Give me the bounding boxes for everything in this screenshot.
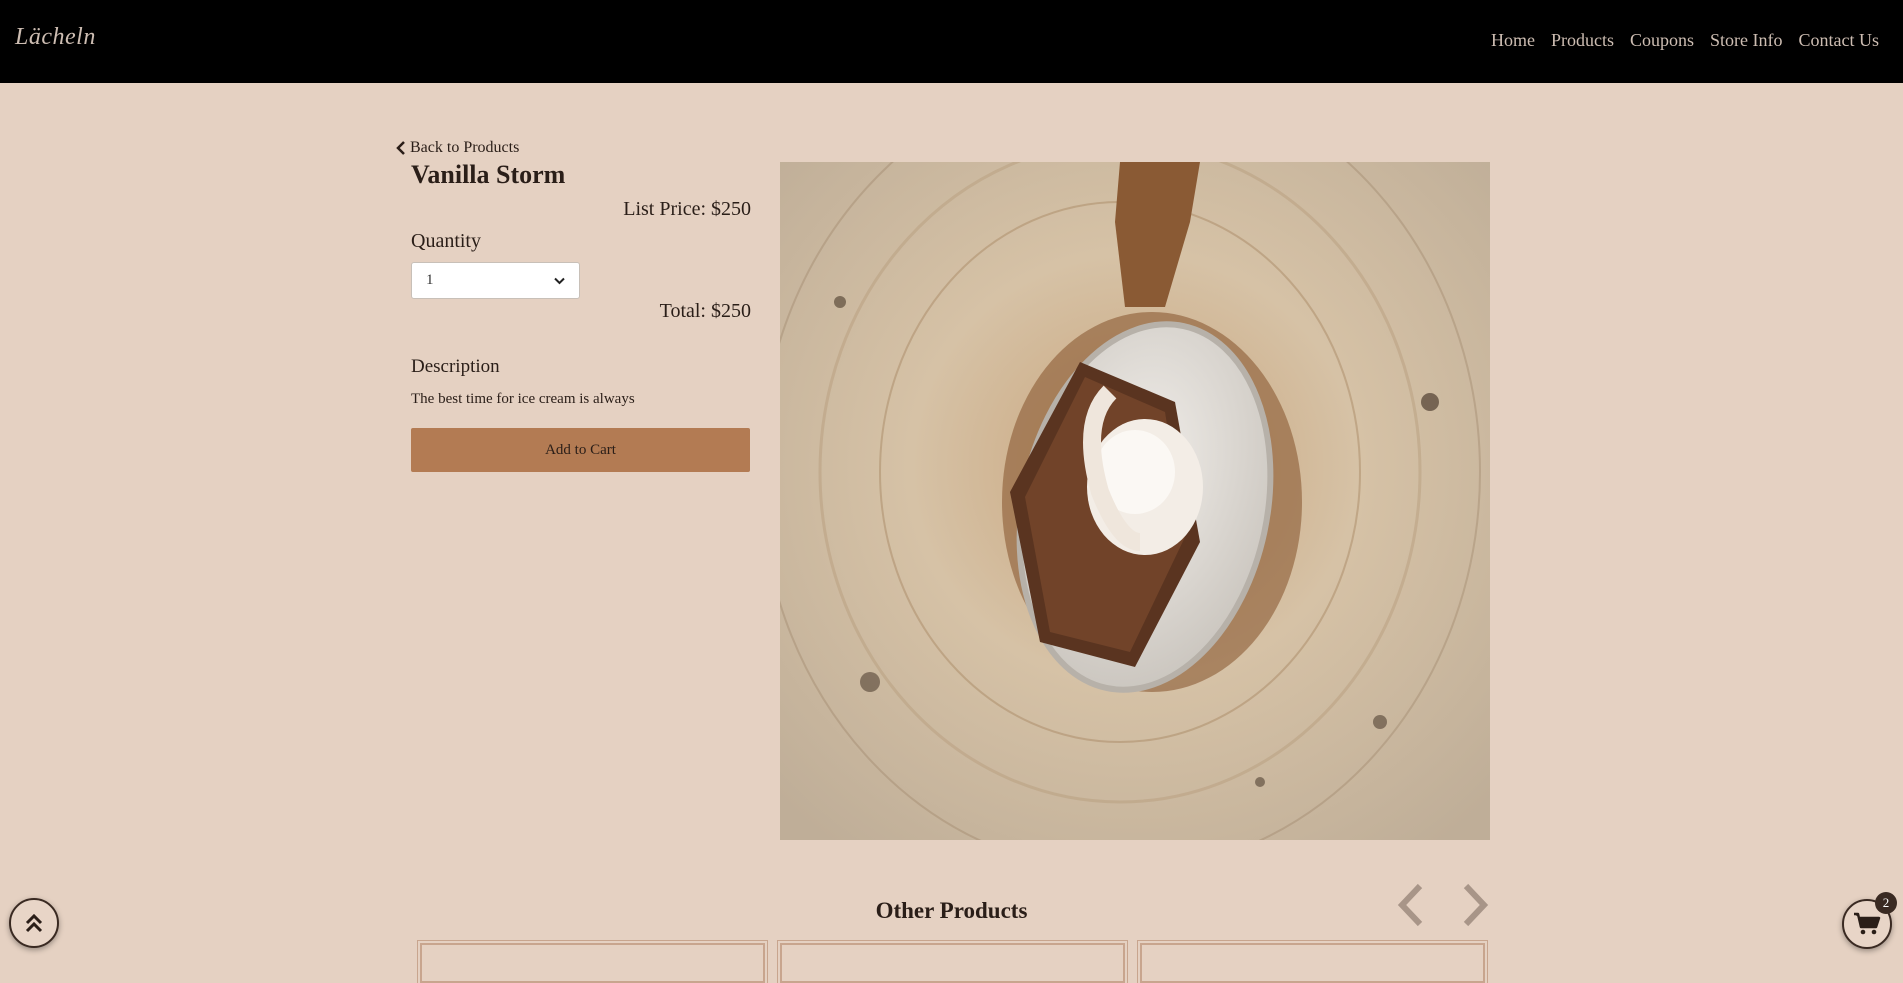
shopping-cart-icon xyxy=(1854,912,1881,935)
carousel-next-button[interactable] xyxy=(1460,882,1490,928)
add-to-cart-button[interactable]: Add to Cart xyxy=(411,428,750,472)
nav-coupons[interactable]: Coupons xyxy=(1630,30,1694,51)
other-product-card[interactable] xyxy=(1137,940,1488,983)
brand-logo[interactable]: Lächeln xyxy=(15,24,96,51)
double-chevron-up-icon xyxy=(25,913,43,933)
chevron-left-icon xyxy=(1397,883,1423,927)
total-price: Total: $250 xyxy=(659,300,751,322)
cart-count-badge: 2 xyxy=(1875,892,1897,914)
list-price: List Price: $250 xyxy=(623,198,751,220)
carousel-prev-button[interactable] xyxy=(1396,882,1426,928)
chevron-right-icon xyxy=(1463,883,1489,927)
product-image xyxy=(780,162,1490,840)
nav-contact-us[interactable]: Contact Us xyxy=(1799,30,1880,51)
main-nav: Home Products Coupons Store Info Contact… xyxy=(1491,30,1879,51)
back-to-products-label: Back to Products xyxy=(410,139,520,156)
nav-products[interactable]: Products xyxy=(1551,30,1614,51)
product-title: Vanilla Storm xyxy=(411,160,566,189)
quantity-value: 1 xyxy=(426,272,434,288)
scroll-to-top-button[interactable] xyxy=(9,898,59,948)
other-product-card[interactable] xyxy=(777,940,1128,983)
chevron-left-icon xyxy=(396,141,405,155)
description-text: The best time for ice cream is always xyxy=(411,391,635,407)
other-products-heading: Other Products xyxy=(875,898,1028,923)
description-heading: Description xyxy=(411,356,500,377)
ice-cream-photo xyxy=(780,162,1490,840)
other-product-card[interactable] xyxy=(417,940,768,983)
chevron-down-icon xyxy=(554,277,565,284)
nav-home[interactable]: Home xyxy=(1491,30,1535,51)
quantity-label: Quantity xyxy=(411,230,481,252)
quantity-select[interactable]: 1 xyxy=(411,262,580,299)
navbar: Lächeln Home Products Coupons Store Info… xyxy=(0,0,1903,83)
nav-store-info[interactable]: Store Info xyxy=(1710,30,1782,51)
back-to-products-link[interactable]: Back to Products xyxy=(396,139,519,157)
